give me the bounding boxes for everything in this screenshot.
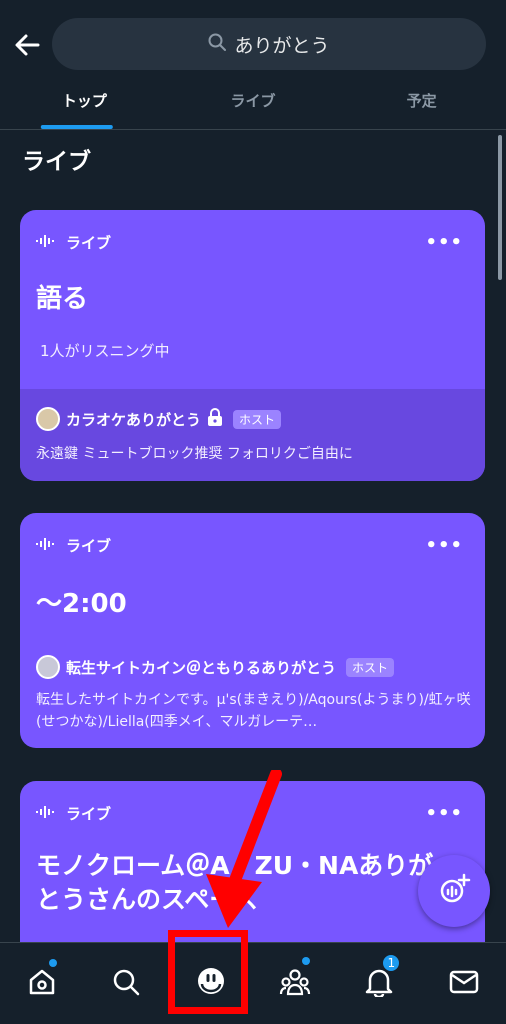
more-options-icon[interactable]: •••: [425, 803, 463, 824]
host-badge: ホスト: [233, 409, 282, 429]
messages-icon: [449, 970, 479, 998]
space-card[interactable]: ライブ ••• 〜2:00 転生サイトカイン＠ともりるありがとう ホスト 転生し…: [20, 513, 485, 748]
space-title: 〜2:00: [36, 589, 127, 619]
host-name: 転生サイトカイン＠ともりるありがとう: [66, 658, 337, 677]
live-indicator: ライブ: [36, 535, 111, 556]
search-icon: [208, 33, 227, 56]
search-input[interactable]: ありがとう: [52, 18, 486, 70]
audio-wave-icon: [36, 537, 60, 555]
annotation-highlight-box: [168, 930, 248, 1014]
live-label: ライブ: [66, 805, 112, 823]
live-indicator: ライブ: [36, 803, 111, 824]
card-footer: カラオケありがとう ホスト 永遠鍵 ミュートブロック推奨 フォロリクご自由に: [20, 389, 485, 481]
live-label: ライブ: [66, 234, 112, 252]
nav-home[interactable]: [0, 943, 84, 1024]
nav-messages[interactable]: [422, 943, 506, 1024]
search-icon: [112, 968, 140, 1000]
space-plus-icon: [437, 872, 471, 910]
create-space-button[interactable]: [418, 855, 490, 927]
annotation-arrow: [200, 768, 290, 934]
notification-badge: 1: [381, 953, 402, 973]
space-card[interactable]: ライブ ••• 語る 1人がリスニング中 カラオケありがとう ホスト 永遠鍵 ミ…: [20, 210, 485, 481]
more-options-icon[interactable]: •••: [425, 535, 463, 556]
space-title: 語る: [36, 284, 89, 314]
more-options-icon[interactable]: •••: [425, 232, 463, 253]
host-row: カラオケありがとう ホスト: [36, 407, 282, 431]
back-arrow-icon[interactable]: [12, 30, 42, 60]
live-label: ライブ: [66, 537, 112, 555]
audio-wave-icon: [36, 234, 60, 252]
live-indicator: ライブ: [36, 232, 111, 253]
nav-communities[interactable]: [253, 943, 337, 1024]
host-row: 転生サイトカイン＠ともりるありがとう ホスト: [36, 655, 395, 679]
avatar: [36, 655, 60, 679]
section-title: ライブ: [22, 149, 91, 175]
scrollbar[interactable]: [498, 135, 502, 280]
search-query-text: ありがとう: [234, 34, 330, 57]
tab-top[interactable]: トップ: [0, 72, 169, 129]
lock-icon: [207, 408, 223, 430]
audio-wave-icon: [36, 805, 60, 823]
space-description: 転生したサイトカインです。μ's(まきえり)/Aqours(ようまり)/虹ヶ咲(…: [36, 692, 471, 730]
nav-notifications[interactable]: 1: [337, 943, 421, 1024]
space-description: 永遠鍵 ミュートブロック推奨 フォロリクご自由に: [36, 446, 353, 462]
bottom-nav: 1: [0, 942, 506, 1024]
unread-dot: [49, 959, 57, 967]
tab-scheduled[interactable]: 予定: [337, 72, 506, 129]
avatar: [36, 407, 60, 431]
nav-search[interactable]: [84, 943, 168, 1024]
unread-dot: [301, 957, 310, 965]
home-icon: [27, 967, 57, 1001]
listener-count: 1人がリスニング中: [40, 342, 170, 360]
search-tabs: トップ ライブ 予定: [0, 72, 506, 130]
tab-live[interactable]: ライブ: [169, 72, 338, 129]
host-name: カラオケありがとう: [66, 410, 202, 429]
communities-icon: [279, 967, 311, 1001]
host-badge: ホスト: [346, 657, 395, 677]
